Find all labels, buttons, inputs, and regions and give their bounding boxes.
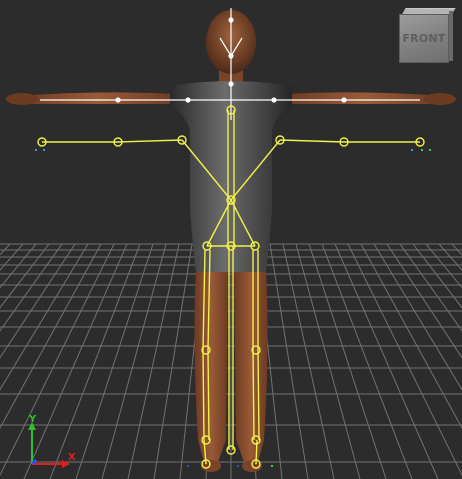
- view-cube-front-face[interactable]: FRONT: [399, 14, 449, 63]
- view-cube-label: FRONT: [402, 32, 446, 45]
- axis-gizmo: Y X: [14, 412, 84, 474]
- 3d-viewport[interactable]: FRONT Y X: [0, 0, 462, 479]
- axis-x-label: X: [68, 452, 76, 463]
- view-cube[interactable]: FRONT: [399, 8, 456, 63]
- view-cube-side-face[interactable]: [449, 11, 453, 61]
- axis-gizmo-arrows: [28, 422, 70, 468]
- scene-canvas[interactable]: [0, 0, 462, 479]
- axis-y-label: Y: [29, 414, 37, 425]
